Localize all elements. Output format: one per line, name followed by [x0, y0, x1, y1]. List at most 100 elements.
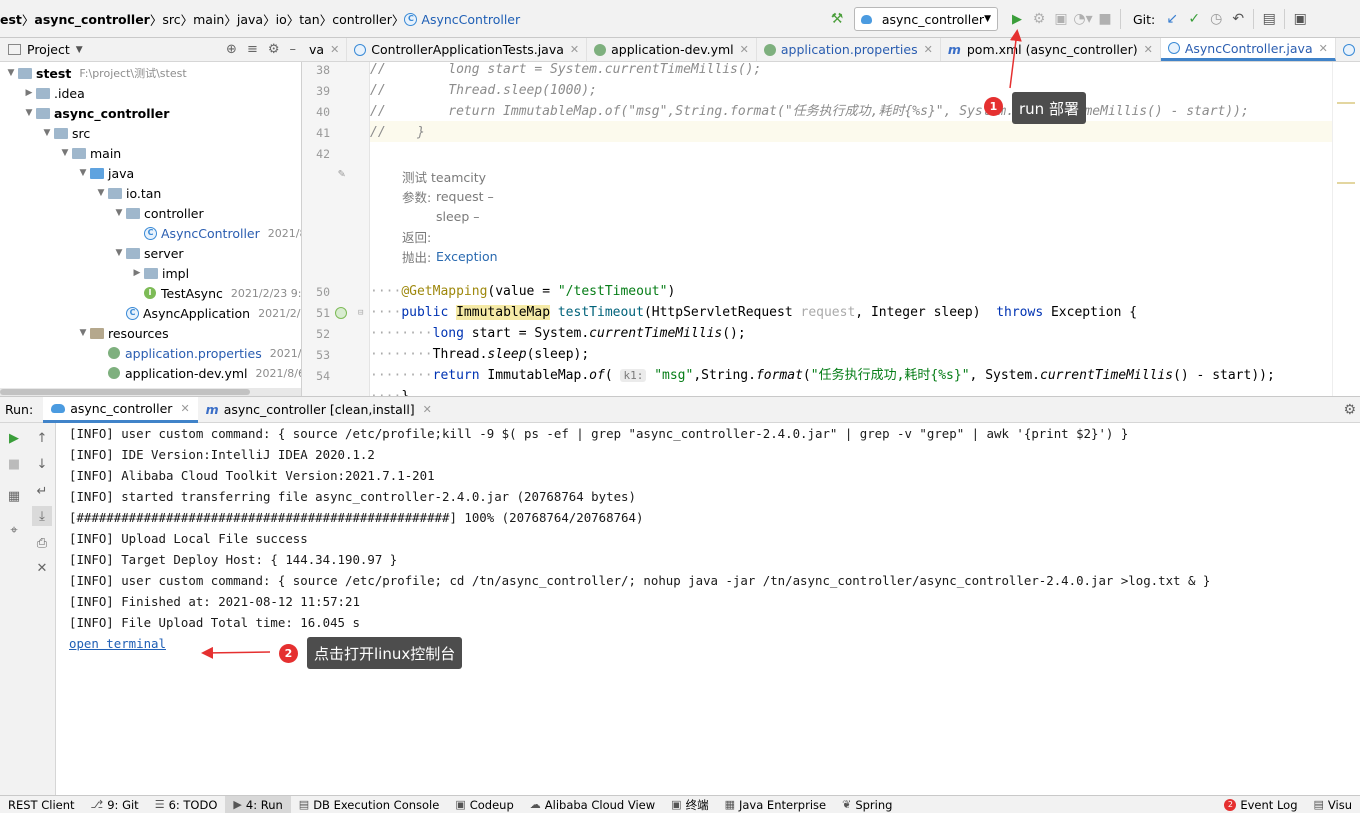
tree-horizontal-scrollbar[interactable]: [0, 388, 301, 396]
tree-node[interactable]: ▼ server: [112, 243, 184, 263]
expanded-arrow-icon[interactable]: ▼: [22, 108, 36, 118]
editor-tab[interactable]: va ✕: [302, 38, 348, 61]
debug-icon[interactable]: ⚙: [1028, 8, 1050, 30]
breadcrumb-item[interactable]: est: [0, 12, 22, 27]
expanded-arrow-icon[interactable]: ▼: [4, 68, 18, 78]
tool-window-button[interactable]: ▤ DB Execution Console: [291, 796, 448, 813]
terminal-window-icon[interactable]: ▣: [1289, 8, 1311, 30]
close-icon[interactable]: ✕: [330, 43, 339, 56]
profile-icon[interactable]: ◔▾: [1072, 8, 1094, 30]
tree-node[interactable]: application.properties 2021/8/: [94, 343, 301, 363]
editor-tab[interactable]: ControllerApplicationTests.java ✕: [347, 38, 588, 61]
event-log-button[interactable]: 2 Event Log: [1216, 796, 1305, 813]
tree-node[interactable]: C AsyncApplication 2021/2/23: [112, 303, 301, 323]
tree-node[interactable]: I TestAsync 2021/2/23 9:3: [130, 283, 301, 303]
editor-vertical-scrollbar[interactable]: [1332, 62, 1360, 396]
breadcrumb-item[interactable]: tan: [299, 12, 319, 27]
editor-tab[interactable]: AsyncController.java ✕: [1160, 38, 1336, 61]
locate-file-icon[interactable]: ⊕: [226, 42, 237, 57]
tree-node[interactable]: ▼ async_controller: [22, 103, 170, 123]
coverage-icon[interactable]: ▣: [1050, 8, 1072, 30]
tree-node[interactable]: ▼ main: [58, 143, 122, 163]
fold-icon[interactable]: ⊟: [358, 308, 363, 318]
tool-window-button[interactable]: ▶ 4: Run: [225, 796, 291, 813]
expanded-arrow-icon[interactable]: ▼: [112, 208, 126, 218]
close-icon[interactable]: ✕: [180, 402, 189, 415]
close-icon[interactable]: ✕: [423, 403, 432, 416]
tree-node[interactable]: ▼ io.tan: [94, 183, 162, 203]
close-icon[interactable]: ✕: [740, 43, 749, 56]
expanded-arrow-icon[interactable]: ▼: [40, 128, 54, 138]
tree-node[interactable]: ▼ src: [40, 123, 91, 143]
tool-window-button[interactable]: ▦ Java Enterprise: [717, 796, 835, 813]
scroll-to-end-icon[interactable]: ⤓: [32, 506, 52, 526]
soft-wrap-icon[interactable]: ↵: [32, 481, 52, 501]
run-tab-clean-install[interactable]: m async_controller [clean,install] ✕: [198, 397, 440, 423]
project-view-selector[interactable]: Project: [27, 42, 70, 57]
rerun-icon[interactable]: ▶: [4, 428, 24, 448]
close-icon[interactable]: ✕: [1144, 43, 1153, 56]
tool-window-button[interactable]: ⎇ 9: Git: [83, 796, 147, 813]
git-history-icon[interactable]: ◷: [1205, 8, 1227, 30]
tree-node[interactable]: ▼ controller: [112, 203, 204, 223]
pin-icon[interactable]: ⌖: [4, 520, 24, 540]
tree-node[interactable]: ▼ stest F:\project\测试\stest: [4, 63, 187, 83]
breadcrumb-item[interactable]: java: [237, 12, 263, 27]
expanded-arrow-icon[interactable]: ▼: [76, 168, 90, 178]
expanded-arrow-icon[interactable]: ▼: [58, 148, 72, 158]
stop-icon[interactable]: ■: [1094, 8, 1116, 30]
tool-window-button[interactable]: ☰ 6: TODO: [147, 796, 226, 813]
collapse-all-icon[interactable]: ≡: [247, 42, 258, 57]
close-icon[interactable]: ✕: [570, 43, 579, 56]
collapsed-arrow-icon[interactable]: ▶: [130, 268, 144, 278]
tool-window-button[interactable]: ▣ Codeup: [447, 796, 521, 813]
gear-icon[interactable]: ⚙: [1343, 402, 1356, 418]
git-update-icon[interactable]: ↙: [1161, 8, 1183, 30]
trash-icon[interactable]: ✕: [32, 558, 52, 578]
breadcrumb-item[interactable]: C AsyncController: [404, 12, 520, 27]
gear-icon[interactable]: ⚙: [268, 42, 280, 57]
open-terminal-link[interactable]: open terminal: [69, 633, 166, 654]
close-icon[interactable]: ✕: [1319, 42, 1328, 55]
tree-node[interactable]: ▶ .idea: [22, 83, 85, 103]
breadcrumb-item[interactable]: main: [193, 12, 224, 27]
run-configuration-select[interactable]: async_controller ▼: [854, 7, 998, 31]
scroll-down-icon[interactable]: ↓: [32, 454, 52, 474]
expanded-arrow-icon[interactable]: ▼: [112, 248, 126, 258]
tree-node[interactable]: C AsyncController 2021/8/: [130, 223, 301, 243]
run-tab-async-controller[interactable]: async_controller ✕: [43, 396, 198, 423]
tool-window-button[interactable]: ☁ Alibaba Cloud View: [522, 796, 663, 813]
run-console-output[interactable]: [INFO] user custom command: { source /et…: [57, 423, 1360, 795]
editor-tab[interactable]: application-dev.yml ✕: [587, 38, 757, 61]
tree-node[interactable]: ▼ java: [76, 163, 135, 183]
tree-node[interactable]: ▼ resources: [76, 323, 169, 343]
breadcrumb-item[interactable]: io: [276, 12, 287, 27]
tool-window-button[interactable]: REST Client: [0, 796, 83, 813]
build-hammer-icon[interactable]: ⚒: [826, 8, 848, 30]
code-editor[interactable]: 38 39 40 41 42 ✎ 50 51 ⊟ 52 53 54 // lon…: [302, 62, 1360, 396]
git-commit-icon[interactable]: ✓: [1183, 8, 1205, 30]
stop-icon[interactable]: ■: [4, 454, 24, 474]
editor-tab[interactable]: AsyncApp: [1336, 38, 1360, 61]
visual-button[interactable]: ▤ Visu: [1306, 796, 1360, 813]
expanded-arrow-icon[interactable]: ▼: [76, 328, 90, 338]
print-icon[interactable]: ⎙: [32, 533, 52, 553]
tool-window-button[interactable]: ▣ 终端: [663, 796, 716, 813]
chevron-down-icon[interactable]: ▼: [76, 45, 83, 55]
tree-node[interactable]: application-dev.yml 2021/8/6 1: [94, 363, 301, 383]
breadcrumb-item[interactable]: controller: [332, 12, 392, 27]
close-icon[interactable]: ✕: [924, 43, 933, 56]
scroll-up-icon[interactable]: ↑: [32, 428, 52, 448]
tool-window-button[interactable]: ❦ Spring: [834, 796, 900, 813]
hide-panel-icon[interactable]: –: [290, 42, 297, 57]
run-gutter-icon[interactable]: [335, 307, 347, 319]
tree-node[interactable]: ▶ impl: [130, 263, 190, 283]
expanded-arrow-icon[interactable]: ▼: [94, 188, 108, 198]
run-icon[interactable]: ▶: [1006, 8, 1028, 30]
project-structure-icon[interactable]: ▤: [1258, 8, 1280, 30]
git-rollback-icon[interactable]: ↶: [1227, 8, 1249, 30]
breadcrumb-item[interactable]: async_controller: [34, 12, 149, 27]
collapsed-arrow-icon[interactable]: ▶: [22, 88, 36, 98]
layout-icon[interactable]: ▦: [4, 486, 24, 506]
edit-doc-icon[interactable]: ✎: [338, 166, 345, 180]
